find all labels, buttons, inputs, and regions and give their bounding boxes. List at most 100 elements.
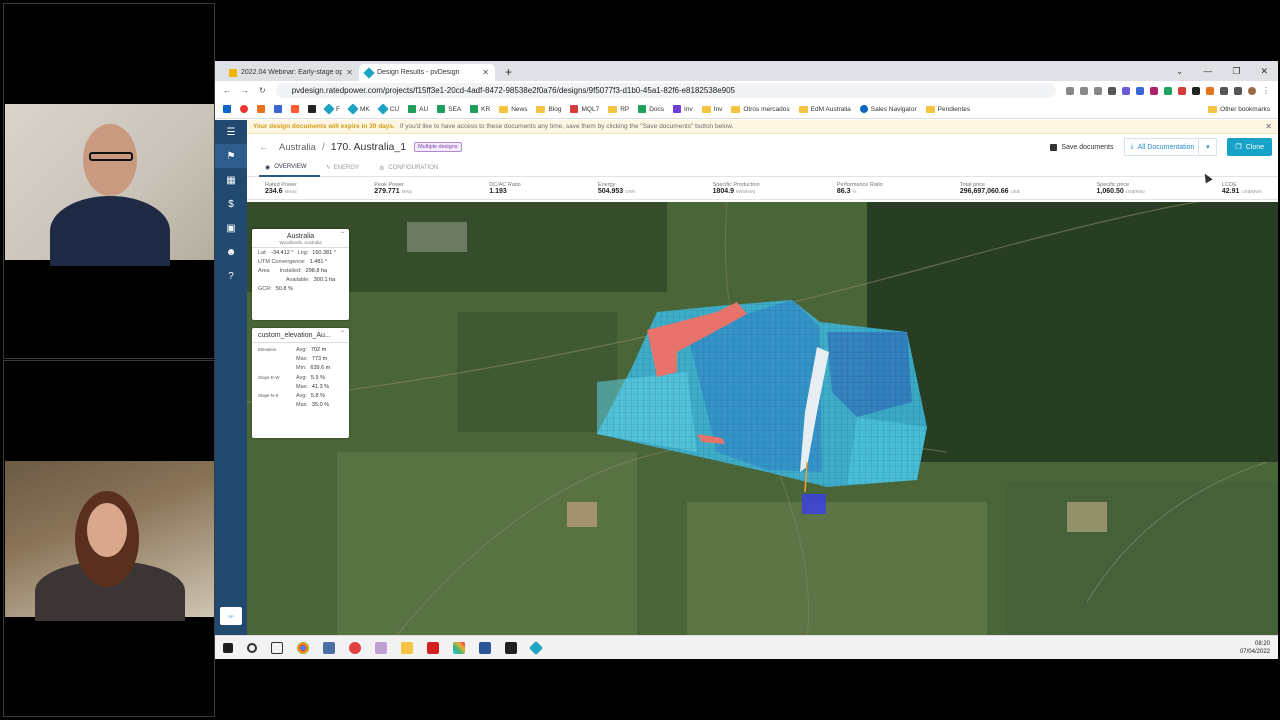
- bookmark-item[interactable]: MK: [347, 103, 370, 115]
- app-icon[interactable]: [349, 641, 361, 654]
- extension-icon[interactable]: [1150, 86, 1158, 95]
- slack-icon[interactable]: [453, 641, 465, 654]
- file-explorer-icon[interactable]: [401, 641, 413, 654]
- taskbar-clock[interactable]: 08:20 07/04/2022: [1240, 640, 1278, 656]
- restore-icon[interactable]: ❐: [1232, 66, 1240, 77]
- flag-icon[interactable]: ⚑: [215, 144, 247, 168]
- acrobat-icon[interactable]: [427, 641, 439, 654]
- extension-icon[interactable]: [1178, 86, 1186, 95]
- extension-icon[interactable]: [1164, 86, 1172, 95]
- tab-configuration[interactable]: ⚙ CONFIGURATION: [373, 160, 452, 177]
- minimize-icon[interactable]: —: [1203, 66, 1212, 77]
- users-icon[interactable]: ☻: [215, 240, 247, 264]
- hubspot-icon[interactable]: [291, 105, 299, 113]
- menu-icon[interactable]: ⋮: [1262, 86, 1270, 95]
- bookmarks-bar: F MK CU AU SEA KR News Blog MQL7 RP Docs…: [215, 100, 1278, 119]
- map-canvas[interactable]: [247, 202, 1278, 635]
- close-tab-icon[interactable]: ✕: [482, 68, 489, 77]
- puzzle-icon[interactable]: [1220, 86, 1228, 95]
- chevron-down-icon[interactable]: ▾: [1198, 139, 1216, 155]
- browser-tab-pvdesign[interactable]: Design Results - pvDesign ✕: [359, 64, 495, 81]
- extension-icon[interactable]: [1192, 86, 1200, 95]
- bookmark-folder[interactable]: Inv: [701, 105, 722, 113]
- word-icon[interactable]: [479, 641, 491, 654]
- bookmark-folder[interactable]: Otros mercados: [731, 105, 790, 113]
- forward-icon[interactable]: →: [241, 86, 249, 95]
- bookmark-icon[interactable]: [257, 105, 265, 113]
- share-icon[interactable]: [1080, 86, 1088, 95]
- clone-button[interactable]: ❐ Clone: [1227, 138, 1272, 156]
- app-icon[interactable]: [505, 641, 517, 654]
- bookmark-item[interactable]: Docs: [638, 105, 664, 113]
- back-arrow-icon[interactable]: ←: [259, 142, 269, 153]
- back-icon[interactable]: ←: [223, 86, 231, 95]
- bookmark-folder[interactable]: RP: [608, 105, 629, 113]
- library-icon[interactable]: ▦: [215, 168, 247, 192]
- new-tab-icon[interactable]: +: [505, 65, 512, 79]
- app-sidebar: ☰ ⚑ ▦ $ ▣ ☻ ? RP: [215, 120, 247, 635]
- participant-video-frame: [5, 104, 214, 266]
- participant-head: [87, 503, 127, 557]
- tab-overview[interactable]: ◉ OVERVIEW: [259, 160, 321, 177]
- hamburger-menu-icon[interactable]: ☰: [215, 120, 247, 144]
- reload-icon[interactable]: ↻: [259, 86, 266, 95]
- close-tab-icon[interactable]: ✕: [346, 68, 353, 77]
- zoom-icon[interactable]: [1066, 86, 1074, 95]
- search-icon[interactable]: [247, 642, 257, 653]
- bookmark-icon[interactable]: [240, 105, 248, 113]
- windows-start-icon[interactable]: [223, 642, 233, 653]
- all-documentation-button[interactable]: ⤓ All Documentation ▾: [1123, 138, 1218, 156]
- bookmark-item[interactable]: Sales Navigator: [859, 105, 917, 113]
- bolt-icon: ϟ: [326, 165, 330, 171]
- calculator-icon[interactable]: [323, 641, 335, 654]
- chevron-down-icon[interactable]: ⌄: [1176, 66, 1184, 77]
- close-window-icon[interactable]: ✕: [1260, 66, 1268, 77]
- metric-energy: Energy 504.953 GWh: [597, 181, 636, 195]
- tab-energy[interactable]: ϟ ENERGY: [320, 160, 373, 177]
- linkedin-icon[interactable]: [223, 105, 231, 113]
- metric-peak-power: Peak Power 279.771 MWp: [374, 181, 413, 195]
- extension-icon[interactable]: [1108, 86, 1116, 95]
- briefcase-icon[interactable]: ▣: [215, 216, 247, 240]
- save-documents-button[interactable]: Save documents: [1050, 143, 1114, 151]
- bookmark-item[interactable]: AU: [408, 105, 428, 113]
- bookmark-item[interactable]: SEA: [437, 105, 461, 113]
- bookmark-item[interactable]: MQL7: [570, 105, 599, 113]
- chevron-up-icon[interactable]: ⌃: [340, 330, 345, 337]
- chrome-icon[interactable]: [297, 641, 309, 654]
- sidepanel-icon[interactable]: [1234, 86, 1242, 95]
- extension-icon[interactable]: [1122, 86, 1130, 95]
- extension-icon[interactable]: [1136, 86, 1144, 95]
- substation-area[interactable]: [802, 494, 826, 514]
- pvdesign-icon[interactable]: [528, 640, 544, 655]
- bookmark-item[interactable]: KR: [470, 105, 490, 113]
- snipping-icon[interactable]: [375, 641, 387, 654]
- bookmark-item[interactable]: CU: [377, 103, 399, 115]
- other-bookmarks[interactable]: Other bookmarks: [1208, 105, 1270, 113]
- star-icon[interactable]: [1094, 86, 1102, 95]
- bookmark-item[interactable]: Inv: [673, 105, 693, 113]
- browser-tab-webinar[interactable]: 2022.04 Webinar: Early-stage optim ✕: [223, 64, 359, 81]
- profile-avatar[interactable]: [1248, 86, 1256, 95]
- task-view-icon[interactable]: [271, 641, 283, 654]
- extension-icon[interactable]: [1206, 86, 1214, 95]
- help-icon[interactable]: ?: [215, 264, 247, 288]
- bookmark-icon[interactable]: [274, 105, 282, 113]
- multiple-designs-badge[interactable]: Multiple designs: [414, 142, 462, 152]
- windows-taskbar: 08:20 07/04/2022: [215, 635, 1278, 659]
- bookmark-folder[interactable]: Blog: [536, 105, 561, 113]
- ratedpower-logo[interactable]: RP: [220, 607, 242, 625]
- dollar-icon[interactable]: $: [215, 192, 247, 216]
- metric-specific-production: Specific Production 1804.9 kWh/kWp: [712, 181, 760, 195]
- bookmark-folder[interactable]: EdM Australia: [798, 105, 851, 113]
- close-icon[interactable]: ✕: [1265, 122, 1272, 131]
- bookmark-folder[interactable]: Pendientes: [925, 105, 970, 113]
- chevron-up-icon[interactable]: ⌃: [340, 231, 345, 238]
- bookmark-folder[interactable]: News: [499, 105, 527, 113]
- satellite-map[interactable]: Australia ⌃ Woodlands, Australia Lat: -34…: [247, 202, 1278, 635]
- header-actions: Save documents ⤓ All Documentation ▾ ❐ Clon…: [1050, 138, 1278, 156]
- bookmark-item[interactable]: F: [323, 103, 340, 115]
- notion-icon[interactable]: [308, 105, 316, 113]
- breadcrumb-country[interactable]: Australia: [279, 142, 316, 153]
- url-input[interactable]: pvdesign.ratedpower.com/projects/f15ff3e…: [275, 83, 1056, 98]
